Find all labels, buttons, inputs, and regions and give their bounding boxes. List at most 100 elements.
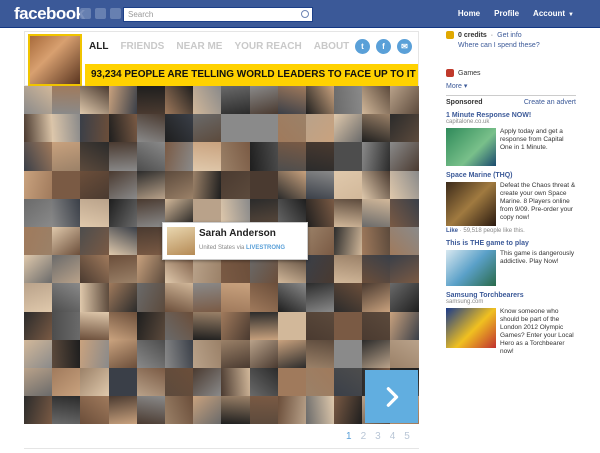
twitter-icon[interactable]: t [355,39,370,54]
participant-photo[interactable] [305,367,335,397]
participant-photo[interactable] [24,198,53,227]
participant-photo[interactable] [334,114,363,143]
participant-photo[interactable] [305,198,335,227]
next-page-button[interactable] [365,370,418,423]
facebook-logo[interactable]: facebook [14,4,85,24]
participant-photo[interactable] [305,86,335,115]
participant-photo[interactable] [108,86,137,115]
participant-photo[interactable] [164,114,194,143]
participant-photo[interactable] [24,226,53,256]
participant-photo[interactable] [221,396,250,424]
participant-photo[interactable] [52,367,81,397]
participant-photo[interactable] [164,339,194,368]
participant-photo[interactable] [108,339,137,368]
participant-photo[interactable] [334,283,363,312]
participant-photo[interactable] [136,367,165,397]
participant-photo[interactable] [334,86,363,115]
participant-photo[interactable] [24,255,53,284]
participant-photo[interactable] [334,255,363,284]
participant-photo[interactable] [390,311,419,340]
participant-photo[interactable] [249,396,278,424]
participant-photo[interactable] [193,367,222,397]
participant-photo[interactable] [249,283,278,312]
participant-photo[interactable] [277,114,306,143]
participant-photo[interactable] [193,396,222,424]
participant-photo[interactable] [52,283,81,312]
page-1[interactable]: 1 [346,431,352,442]
participant-photo[interactable] [193,170,222,199]
participant-photo[interactable] [390,339,419,368]
participant-photo[interactable] [80,142,109,171]
participant-photo[interactable] [80,255,109,284]
participant-photo[interactable] [277,311,306,340]
participant-photo[interactable] [164,396,194,424]
participant-photo[interactable] [108,198,137,227]
participant-photo[interactable] [362,170,391,199]
participant-photo[interactable] [52,255,81,284]
games-row[interactable]: Games [446,69,576,77]
participant-photo[interactable] [193,86,222,115]
participant-photo[interactable] [390,142,419,171]
profile-card[interactable]: Sarah Anderson United States via LIVESTR… [162,222,308,260]
participant-photo[interactable] [24,367,53,397]
participant-photo[interactable] [305,396,335,424]
participant-photo[interactable] [249,367,278,397]
participant-photo[interactable] [108,142,137,171]
participant-photo[interactable] [24,339,53,368]
email-icon[interactable]: ✉ [397,39,412,54]
participant-photo[interactable] [193,114,222,143]
participant-photo[interactable] [108,283,137,312]
participant-photo[interactable] [221,339,250,368]
participant-photo[interactable] [390,170,419,199]
participant-photo[interactable] [277,86,306,115]
tab-friends[interactable]: FRIENDS [120,41,164,52]
participant-photo[interactable] [24,86,53,115]
participant-photo[interactable] [193,142,222,171]
like-button[interactable]: Like [446,228,458,234]
participant-photo[interactable] [108,367,137,397]
participant-photo[interactable] [362,86,391,115]
participant-photo[interactable] [249,142,278,171]
participant-photo[interactable] [362,142,391,171]
participant-photo[interactable] [277,367,306,397]
tab-about[interactable]: ABOUT [314,41,350,52]
page-5[interactable]: 5 [404,431,410,442]
participant-photo[interactable] [52,114,81,143]
participant-photo[interactable] [221,170,250,199]
participant-photo[interactable] [52,198,81,227]
participant-photo[interactable] [24,170,53,199]
participant-photo[interactable] [193,339,222,368]
participant-photo[interactable] [80,114,109,143]
ad-title[interactable]: This is THE game to play [446,240,576,247]
ad-image[interactable] [446,250,496,286]
participant-photo[interactable] [277,396,306,424]
participant-photo[interactable] [164,283,194,312]
participant-photo[interactable] [390,283,419,312]
participant-photo[interactable] [362,226,391,256]
create-advert-link[interactable]: Create an advert [524,99,576,106]
participant-photo[interactable] [164,170,194,199]
participant-photo[interactable] [164,367,194,397]
participant-photo[interactable] [221,86,250,115]
participant-photo[interactable] [334,311,363,340]
participant-photo[interactable] [390,255,419,284]
tab-near-me[interactable]: NEAR ME [176,41,222,52]
participant-photo[interactable] [277,339,306,368]
where-spend-link[interactable]: Where can I spend these? [458,42,576,49]
participant-photo[interactable] [221,311,250,340]
nav-profile[interactable]: Profile [494,9,519,18]
participant-photo[interactable] [24,142,53,171]
participant-photo[interactable] [108,114,137,143]
participant-photo[interactable] [136,396,165,424]
participant-photo[interactable] [136,170,165,199]
participant-photo[interactable] [305,226,335,256]
participant-photo[interactable] [305,142,335,171]
participant-photo[interactable] [221,367,250,397]
participant-photo[interactable] [80,367,109,397]
participant-photo[interactable] [305,339,335,368]
participant-photo[interactable] [334,339,363,368]
participant-photo[interactable] [136,226,165,256]
tab-your-reach[interactable]: YOUR REACH [234,41,301,52]
participant-photo[interactable] [52,311,81,340]
ad-title[interactable]: 1 Minute Response NOW! [446,112,576,119]
